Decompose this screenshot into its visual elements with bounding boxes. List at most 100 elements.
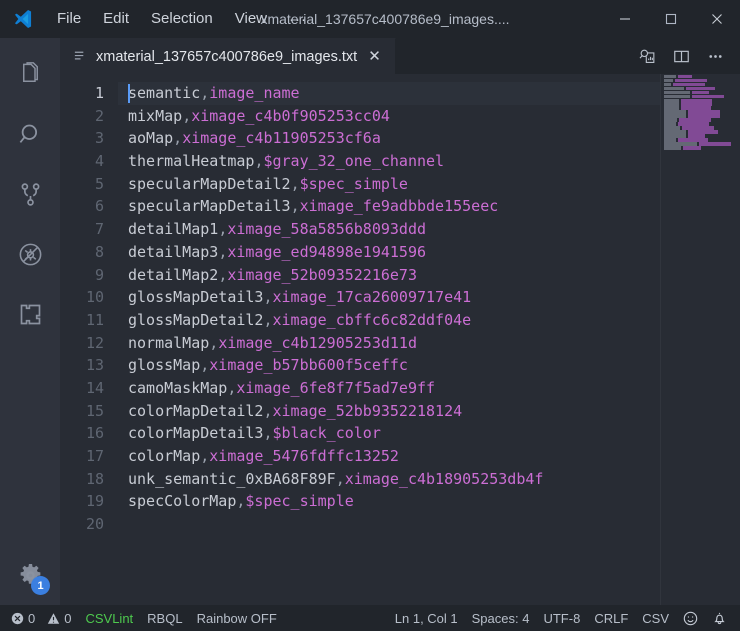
code-line[interactable]: glossMapDetail3,ximage_17ca26009717e41 — [118, 286, 740, 309]
maximize-icon[interactable] — [648, 0, 694, 38]
sidebar-item-run-and-debug[interactable] — [0, 224, 60, 284]
smiley-icon[interactable] — [676, 605, 705, 631]
line-number: 14 — [85, 378, 104, 397]
line-number: 9 — [94, 265, 104, 284]
code-line[interactable]: unk_semantic_0xBA68F89F,ximage_c4b189052… — [118, 468, 740, 491]
csv-column-1: colorMap — [128, 447, 201, 465]
code-line[interactable]: detailMap3,ximage_ed94898e1941596 — [118, 241, 740, 264]
minimap-token — [687, 114, 720, 118]
sidebar-item-extensions[interactable] — [0, 284, 60, 344]
code-line[interactable]: specularMapDetail2,$spec_simple — [118, 173, 740, 196]
code-line[interactable]: camoMaskMap,ximage_6fe8f7f5ad7e9ff — [118, 377, 740, 400]
minimap-token — [664, 94, 691, 98]
line-number: 17 — [85, 447, 104, 465]
sidebar-item-source-control[interactable] — [0, 164, 60, 224]
minimap-slider[interactable] — [660, 74, 740, 605]
code-editor[interactable]: 1 2 3 4 5 6 7 8 9 10 11 12 13 14 15 16 17 18 19 20 semantic… — [60, 74, 740, 605]
minimap-token — [664, 102, 679, 106]
status-eol[interactable]: CRLF — [587, 605, 635, 631]
code-line[interactable]: specularMapDetail3,ximage_fe9adbbde155ee… — [118, 195, 740, 218]
line-number: 20 — [85, 515, 104, 534]
minimap-token — [681, 126, 714, 130]
minimap-token — [683, 146, 701, 150]
csv-column-2: $spec_simple — [299, 174, 408, 193]
line-number: 10 — [85, 288, 104, 307]
csv-column-2: $gray_32_one_channel — [263, 152, 445, 171]
csv-separator: , — [200, 356, 210, 375]
status-language-mode[interactable]: CSV — [635, 605, 676, 631]
csv-column-1: mixMap — [128, 106, 183, 125]
minimap-token — [664, 134, 686, 138]
status-bar-right: Ln 1, Col 1 Spaces: 4 UTF-8 CRLF CSV — [388, 605, 740, 631]
minimap-token — [679, 118, 711, 122]
workbench-body: 1 xmaterial_137657c400786e9_images.txt ✕ — [0, 38, 740, 605]
line-number: 6 — [94, 197, 104, 216]
csv-column-1: detailMap1 — [128, 220, 219, 239]
status-csvlint[interactable]: CSVLint — [78, 605, 140, 631]
csv-column-1: colorMapDetail3 — [128, 424, 264, 443]
minimap-token — [680, 98, 713, 102]
code-line[interactable]: specColorMap,$spec_simple — [118, 490, 740, 513]
minimap-token — [680, 106, 711, 110]
minimap[interactable] — [660, 74, 740, 605]
code-line[interactable]: colorMapDetail2,ximage_52bb9352218124 — [118, 400, 740, 423]
csv-column-1: unk_semantic_0xBA68F89F — [128, 469, 336, 488]
minimize-icon[interactable] — [602, 0, 648, 38]
status-rbql[interactable]: RBQL — [140, 605, 189, 631]
csv-separator: , — [263, 310, 273, 329]
minimap-token — [699, 142, 732, 146]
line-number: 2 — [94, 106, 104, 125]
code-line[interactable] — [118, 513, 740, 536]
minimap-token — [677, 74, 693, 78]
sidebar-item-explorer[interactable] — [0, 44, 60, 104]
csv-column-1: semantic — [128, 84, 201, 102]
menu-overflow-icon[interactable]: ··· — [278, 7, 318, 32]
status-problems[interactable]: 0 0 — [4, 605, 78, 631]
status-rainbow[interactable]: Rainbow OFF — [190, 605, 284, 631]
code-line[interactable]: glossMap,ximage_b57bb600f5ceffc — [118, 354, 740, 377]
code-line[interactable]: colorMap,ximage_5476fdffc13252 — [118, 445, 740, 468]
code-line[interactable]: thermalHeatmap,$gray_32_one_channel — [118, 150, 740, 173]
csv-column-2: ximage_c4b0f905253cc04 — [191, 106, 390, 125]
minimap-token — [664, 142, 698, 146]
status-cursor-position[interactable]: Ln 1, Col 1 — [388, 605, 465, 631]
minimap-token — [664, 74, 676, 78]
code-line[interactable]: glossMapDetail2,ximage_cbffc6c82ddf04e — [118, 309, 740, 332]
line-number: 5 — [94, 174, 104, 193]
csv-column-1: glossMapDetail3 — [128, 288, 264, 307]
menu-file[interactable]: File — [46, 4, 92, 34]
close-icon[interactable] — [694, 0, 740, 38]
code-line[interactable]: semantic,image_name — [118, 82, 740, 105]
split-editor-icon[interactable] — [666, 41, 696, 71]
csv-separator: , — [173, 129, 183, 148]
sidebar-item-search[interactable] — [0, 104, 60, 164]
gear-icon[interactable]: 1 — [0, 545, 60, 605]
code-line[interactable]: detailMap1,ximage_58a5856b8093ddd — [118, 218, 740, 241]
status-encoding[interactable]: UTF-8 — [536, 605, 587, 631]
tab-close-icon[interactable]: ✕ — [365, 47, 384, 66]
csv-preview-icon[interactable] — [632, 41, 662, 71]
minimap-token — [664, 118, 678, 122]
bell-icon[interactable] — [705, 605, 734, 631]
csv-separator: , — [263, 424, 273, 443]
code-line[interactable]: normalMap,ximage_c4b12905253d11d — [118, 332, 740, 355]
editor-tab-active[interactable]: xmaterial_137657c400786e9_images.txt ✕ — [60, 38, 396, 74]
more-actions-icon[interactable] — [700, 41, 730, 71]
csv-separator: , — [209, 333, 219, 352]
status-indentation[interactable]: Spaces: 4 — [465, 605, 537, 631]
code-line[interactable]: detailMap2,ximage_52b09352216e73 — [118, 264, 740, 287]
csv-separator: , — [182, 106, 192, 125]
csv-column-1: glossMap — [128, 356, 201, 375]
minimap-token — [686, 86, 716, 90]
menu-selection[interactable]: Selection — [140, 4, 224, 34]
menu-view[interactable]: View — [224, 4, 278, 34]
vscode-logo-icon — [0, 0, 46, 38]
csv-column-2: ximage_58a5856b8093ddd — [227, 220, 427, 239]
menu-edit[interactable]: Edit — [92, 4, 140, 34]
minimap-token — [692, 94, 724, 98]
code-line[interactable]: mixMap,ximage_c4b0f905253cc04 — [118, 105, 740, 128]
csv-column-1: specColorMap — [128, 492, 237, 511]
code-line[interactable]: aoMap,ximage_c4b11905253cf6a — [118, 127, 740, 150]
code-line[interactable]: colorMapDetail3,$black_color — [118, 422, 740, 445]
code-content[interactable]: semantic,image_name mixMap,ximage_c4b0f90… — [118, 74, 740, 605]
